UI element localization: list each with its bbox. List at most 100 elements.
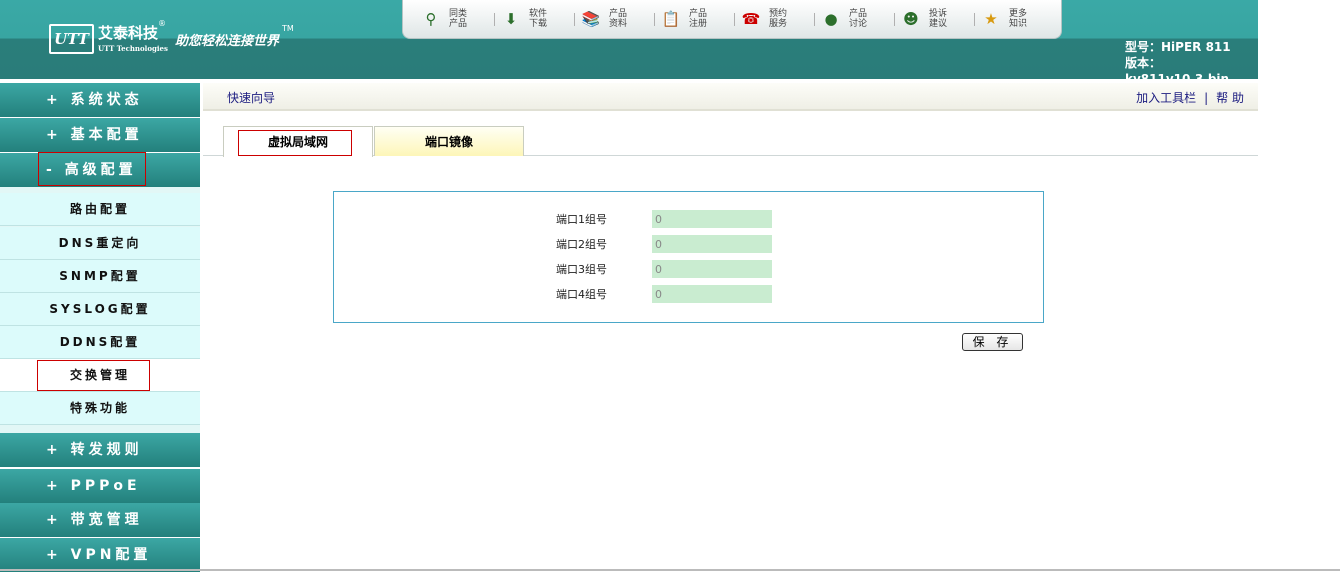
toolbar-label-top: 产品	[609, 9, 628, 19]
toolbar-label-bottom: 下载	[529, 19, 548, 29]
toolbar-label-top: 产品	[849, 9, 868, 19]
menu-system-status[interactable]: + 系统状态	[0, 83, 200, 117]
toolbar-complaints[interactable]: ☻ 投诉 建议	[901, 4, 981, 34]
content-topbar: 快速向导 加入工具栏 | 帮 助	[203, 83, 1258, 111]
logo-english-name: UTT Technologies	[98, 44, 168, 53]
toolbar-label-bottom: 产品	[449, 19, 468, 29]
port3-group-label: 端口3组号	[556, 263, 607, 276]
toolbar-product-discussion[interactable]: ● 产品 讨论	[821, 4, 901, 34]
add-to-toolbar-link[interactable]: 加入工具栏	[1136, 91, 1196, 105]
submenu-snmp-config[interactable]: SNMP配置	[0, 260, 200, 293]
menu-sign: +	[46, 92, 62, 108]
menu-sign: +	[46, 442, 62, 458]
menu-label: 带宽管理	[70, 512, 143, 528]
toolbar-separator	[974, 13, 975, 26]
vlan-form-panel: 端口1组号 端口2组号 端口3组号 端口4组号	[333, 191, 1044, 323]
device-info: 型号：HiPER 811 版本：kv811v10.3.bin	[1125, 39, 1258, 87]
port1-group-input[interactable]	[652, 210, 772, 228]
menu-sign: +	[46, 478, 62, 494]
download-icon: ⬇	[504, 10, 518, 28]
toolbar-book-service[interactable]: ☎ 预约 服务	[741, 4, 821, 34]
toolbar-label-bottom: 注册	[689, 19, 708, 29]
toolbar-separator	[814, 13, 815, 26]
slogan: 助您轻松连接世界	[175, 34, 280, 49]
menu-label: 系统状态	[70, 92, 143, 108]
menu-bandwidth-management[interactable]: + 带宽管理	[0, 503, 200, 537]
submenu-special-functions[interactable]: 特殊功能	[0, 392, 200, 425]
port1-group-label: 端口1组号	[556, 213, 607, 226]
port2-group-label: 端口2组号	[556, 238, 607, 251]
submenu-ddns-config[interactable]: DDNS配置	[0, 326, 200, 359]
submenu-route-config[interactable]: 路由配置	[0, 193, 200, 226]
toolbar-separator	[734, 13, 735, 26]
toolbar-label-top: 同类	[449, 9, 468, 19]
toolbar-similar-products[interactable]: ⚲ 同类 产品	[421, 4, 501, 34]
logo-chinese-name: 艾泰科技	[98, 24, 159, 42]
knowledge-icon: ★	[984, 10, 998, 28]
tab-vlan[interactable]: 虚拟局域网	[223, 126, 373, 157]
tab-strip: 虚拟局域网 端口镜像	[203, 126, 1258, 157]
page-right-margin	[1258, 0, 1340, 571]
registered-mark: ®	[158, 19, 166, 28]
submenu-syslog-config[interactable]: SYSLOG配置	[0, 293, 200, 326]
menu-basic-config[interactable]: + 基本配置	[0, 118, 200, 152]
toolbar-label-top: 投诉	[929, 9, 948, 19]
toolbar-separator	[574, 13, 575, 26]
toolbar-product-docs[interactable]: 📚 产品 资料	[581, 4, 661, 34]
top-toolbar: ⚲ 同类 产品 ⬇ 软件 下载 📚 产品 资料 📋 产品 注册 ☎ 预约 服务 ● 产品讨…	[402, 0, 1062, 39]
form-row: 端口2组号	[556, 235, 772, 253]
port4-group-input[interactable]	[652, 285, 772, 303]
phone-icon: ☎	[741, 10, 761, 28]
vlan-tab-highlight	[238, 130, 352, 156]
toolbar-separator	[654, 13, 655, 26]
toolbar-label-bottom: 讨论	[849, 19, 868, 29]
toolbar-software-download[interactable]: ⬇ 软件 下载	[501, 4, 581, 34]
save-button[interactable]: 保 存	[962, 333, 1023, 351]
model-label: 型号：HiPER 811	[1125, 40, 1231, 54]
toolbar-label-bottom: 资料	[609, 19, 628, 29]
clipboard-icon: 📋	[661, 10, 681, 28]
quick-wizard-link[interactable]: 快速向导	[227, 89, 275, 106]
menu-label: 基本配置	[70, 127, 143, 143]
toolbar-label-top: 软件	[529, 9, 548, 19]
menu-label: 转发规则	[70, 442, 143, 458]
sidebar: + 系统状态 + 基本配置 - 高级配置 路由配置 DNS重定向 SNMP配置 …	[0, 79, 200, 572]
help-link[interactable]: 帮 助	[1216, 91, 1244, 105]
menu-label: PPPoE	[70, 478, 141, 494]
user-icon: ☻	[903, 10, 919, 28]
port3-group-input[interactable]	[652, 260, 772, 278]
toolbar-separator	[894, 13, 895, 26]
search-icon: ⚲	[425, 10, 437, 28]
switch-management-highlight	[37, 360, 150, 391]
topbar-links: 加入工具栏 | 帮 助	[1136, 89, 1244, 106]
menu-vpn-config[interactable]: + VPN配置	[0, 538, 200, 572]
menu-sign: +	[46, 127, 62, 143]
utt-logo: UTT	[49, 24, 94, 54]
port4-group-label: 端口4组号	[556, 288, 607, 301]
toolbar-product-register[interactable]: 📋 产品 注册	[661, 4, 741, 34]
port2-group-input[interactable]	[652, 235, 772, 253]
menu-forwarding-rules[interactable]: + 转发规则	[0, 433, 200, 467]
toolbar-separator	[494, 13, 495, 26]
form-row: 端口3组号	[556, 260, 772, 278]
trademark-mark: TM	[282, 24, 294, 33]
toolbar-label-top: 预约	[769, 9, 788, 19]
link-separator: |	[1204, 91, 1209, 105]
form-row: 端口4组号	[556, 285, 772, 303]
menu-sign: +	[46, 512, 62, 528]
submenu-dns-redirect[interactable]: DNS重定向	[0, 227, 200, 260]
menu-pppoe[interactable]: + PPPoE	[0, 469, 200, 503]
advanced-config-highlight	[38, 152, 146, 186]
header-bar: UTT 艾泰科技 ® UTT Technologies 助您轻松连接世界 TM …	[0, 0, 1258, 86]
discussion-icon: ●	[824, 10, 838, 28]
toolbar-more-knowledge[interactable]: ★ 更多 知识	[981, 4, 1061, 34]
toolbar-label-top: 更多	[1009, 9, 1028, 19]
menu-sign: +	[46, 547, 62, 563]
tab-label: 端口镜像	[424, 135, 473, 149]
toolbar-label-bottom: 服务	[769, 19, 788, 29]
tab-port-mirror[interactable]: 端口镜像	[374, 126, 524, 156]
toolbar-label-bottom: 知识	[1009, 19, 1028, 29]
form-row: 端口1组号	[556, 210, 772, 228]
book-icon: 📚	[581, 10, 601, 28]
toolbar-label-top: 产品	[689, 9, 708, 19]
